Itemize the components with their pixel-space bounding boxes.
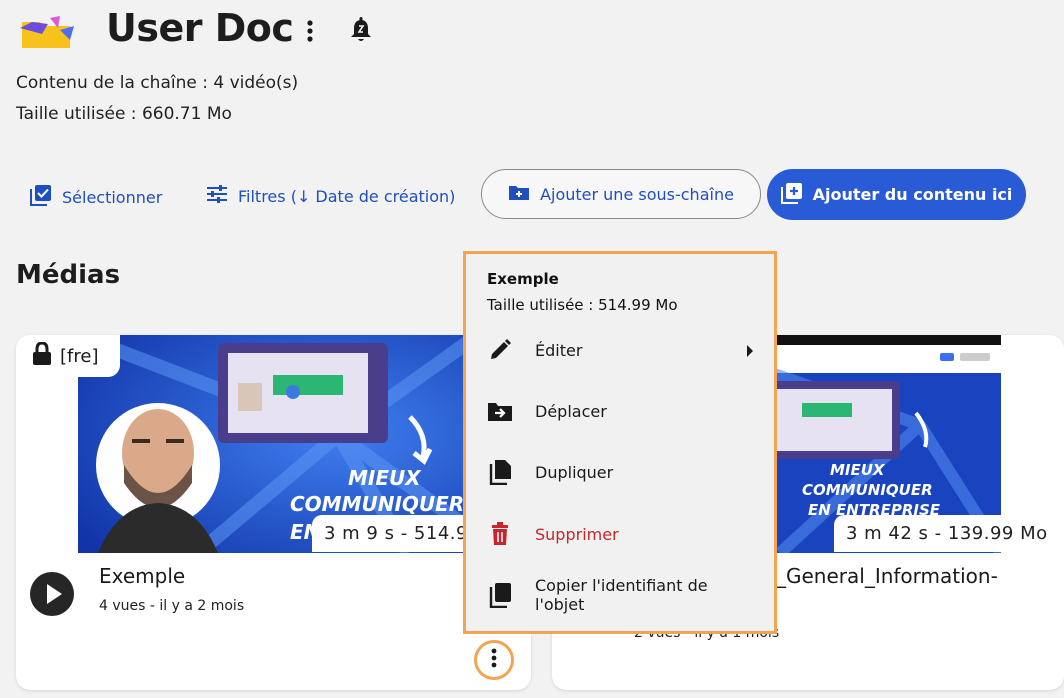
select-label: Sélectionner bbox=[62, 187, 163, 207]
menu-item-delete[interactable]: Supprimer bbox=[487, 514, 762, 554]
channel-logo bbox=[20, 14, 74, 50]
lock-icon bbox=[32, 340, 52, 371]
add-content-label: Ajouter du contenu ici bbox=[812, 185, 1013, 204]
duration-size-badge: 3 m 42 s - 139.99 Mo bbox=[834, 515, 1060, 552]
add-subchannel-button[interactable]: Ajouter une sous-chaîne bbox=[481, 169, 761, 219]
language-badge: [fre] bbox=[16, 335, 120, 377]
trash-icon bbox=[487, 521, 513, 547]
media-card[interactable]: MIEUX COMMUNIQUER EN ENTREPRISE [fre] 3 … bbox=[16, 335, 531, 690]
filter-sliders-icon bbox=[206, 184, 228, 208]
add-subchannel-label: Ajouter une sous-chaîne bbox=[540, 184, 734, 204]
menu-item-label: Supprimer bbox=[535, 524, 619, 544]
media-title[interactable]: Exemple bbox=[99, 564, 185, 588]
more-vertical-icon bbox=[490, 647, 498, 673]
menu-item-label: Éditer bbox=[535, 340, 583, 360]
media-section-title: Médias bbox=[16, 260, 121, 290]
channel-content-count: Contenu de la chaîne : 4 vidéo(s) bbox=[16, 73, 299, 93]
menu-item-label: Copier l'identifiant de l'objet bbox=[535, 576, 708, 614]
filter-label: Filtres (↓ Date de création) bbox=[238, 186, 456, 206]
menu-item-edit[interactable]: Éditer bbox=[487, 330, 762, 370]
menu-size: Taille utilisée : 514.99 Mo bbox=[487, 296, 678, 314]
channel-size: Taille utilisée : 660.71 Mo bbox=[16, 104, 232, 124]
duplicate-icon bbox=[487, 459, 513, 485]
filter-button[interactable]: Filtres (↓ Date de création) bbox=[206, 184, 455, 208]
menu-item-label: Déplacer bbox=[535, 401, 607, 421]
more-options-icon[interactable] bbox=[302, 18, 318, 44]
media-stats: 4 vues - il y a 2 mois bbox=[99, 598, 245, 614]
copy-icon bbox=[487, 582, 513, 608]
pencil-icon bbox=[487, 337, 513, 363]
add-content-button[interactable]: Ajouter du contenu ici bbox=[767, 169, 1026, 220]
page-title: User Doc bbox=[106, 6, 294, 50]
thumb-text-mieux: MIEUX bbox=[830, 461, 886, 479]
add-box-icon bbox=[780, 182, 803, 208]
thumb-text-mieux: MIEUX bbox=[348, 466, 422, 490]
menu-item-copy-id[interactable]: Copier l'identifiant de l'objet bbox=[487, 575, 762, 615]
chevron-right-icon bbox=[746, 342, 754, 361]
menu-item-duplicate[interactable]: Dupliquer bbox=[487, 452, 762, 492]
menu-item-move[interactable]: Déplacer bbox=[487, 391, 762, 431]
folder-move-icon bbox=[487, 398, 513, 424]
menu-item-label: Dupliquer bbox=[535, 462, 614, 482]
play-icon[interactable] bbox=[30, 572, 74, 616]
thumb-text-communiquer: COMMUNIQUER bbox=[290, 492, 464, 516]
media-title[interactable]: _General_Information- bbox=[776, 564, 998, 588]
thumb-text-communiquer: COMMUNIQUER bbox=[802, 481, 933, 499]
select-button[interactable]: Sélectionner bbox=[30, 184, 162, 210]
checkbox-icon bbox=[30, 184, 52, 210]
media-more-button[interactable] bbox=[474, 640, 514, 680]
menu-title: Exemple bbox=[487, 270, 559, 288]
notification-bell-icon[interactable] bbox=[348, 16, 374, 44]
media-context-menu: Exemple Taille utilisée : 514.99 Mo Édit… bbox=[463, 251, 777, 634]
language-label: [fre] bbox=[60, 345, 99, 367]
folder-add-icon bbox=[508, 183, 530, 205]
